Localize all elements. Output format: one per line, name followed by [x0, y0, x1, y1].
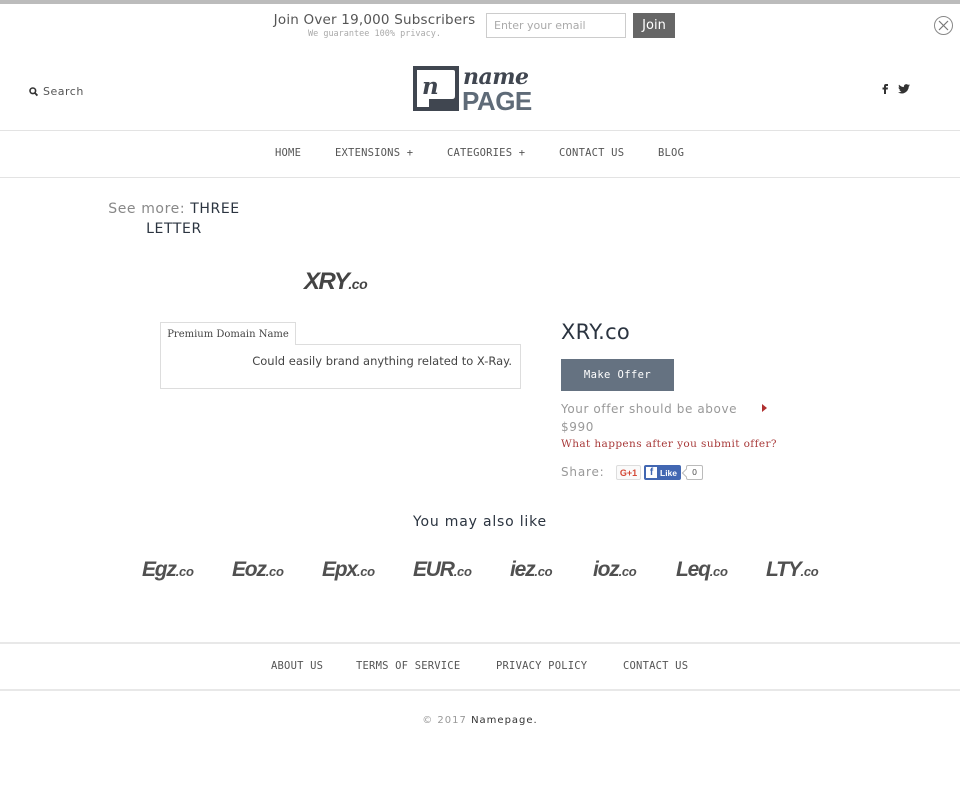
- twitter-link[interactable]: [898, 84, 910, 94]
- copyright-year: © 2017: [422, 715, 467, 726]
- footer-link-terms[interactable]: TERMS OF SERVICE: [356, 660, 460, 672]
- newsletter-email-input[interactable]: [486, 13, 626, 38]
- related-domain-tld: .co: [453, 564, 472, 579]
- domain-description: Could easily brand anything related to X…: [252, 354, 512, 368]
- related-domain-tld: .co: [356, 564, 375, 579]
- facebook-like-count: 0: [686, 465, 703, 480]
- domain-logo-image: XRY.co: [304, 268, 368, 296]
- domain-logo-tld: .co: [348, 276, 368, 292]
- google-plus-button[interactable]: G+1: [616, 465, 641, 480]
- related-domain[interactable]: Leq.co: [676, 558, 728, 582]
- nav-item-home[interactable]: HOME: [275, 147, 301, 159]
- facebook-icon: [882, 84, 888, 94]
- newsletter-text: Join Over 19,000 Subscribers We guarante…: [272, 12, 477, 39]
- related-domain-tld: .co: [800, 564, 819, 579]
- offer-minimum-note: Your offer should be above $990: [561, 400, 771, 436]
- related-domain-name: Egz: [142, 558, 177, 581]
- footer-divider-top: [0, 642, 960, 644]
- svg-text:n: n: [422, 73, 439, 100]
- share-label: Share:: [561, 465, 605, 479]
- footer-link-privacy[interactable]: PRIVACY POLICY: [496, 660, 587, 672]
- make-offer-button[interactable]: Make Offer: [561, 359, 674, 391]
- see-more: See more: THREE LETTER: [104, 199, 244, 239]
- social-links: [882, 84, 910, 94]
- newsletter-subtitle: We guarantee 100% privacy.: [307, 29, 442, 39]
- copyright-brand-link[interactable]: Namepage.: [471, 715, 538, 726]
- footer-link-contact-us[interactable]: CONTACT US: [623, 660, 688, 672]
- top-border: [0, 0, 960, 4]
- domain-title: XRY.co: [561, 320, 631, 344]
- related-domain[interactable]: EUR.co: [413, 558, 472, 582]
- related-heading: You may also like: [413, 514, 547, 530]
- nav-divider-top: [0, 130, 960, 131]
- newsletter-bar: Join Over 19,000 Subscribers We guarante…: [0, 12, 960, 42]
- related-domain[interactable]: Epx.co: [322, 558, 375, 582]
- tab-premium-domain-name[interactable]: Premium Domain Name: [160, 322, 296, 345]
- related-domain-name: Leq: [676, 558, 711, 581]
- related-domain[interactable]: Eoz.co: [232, 558, 284, 582]
- related-domain-tld: .co: [709, 564, 728, 579]
- related-domain[interactable]: ioz.co: [593, 558, 637, 582]
- related-domain-tld: .co: [265, 564, 284, 579]
- nav-divider-bottom: [0, 177, 960, 178]
- search-button[interactable]: Search: [29, 85, 84, 98]
- domain-logo-name: XRY: [304, 268, 350, 295]
- namepage-logo-icon: n name PAGE: [413, 64, 532, 116]
- site-logo[interactable]: n name PAGE: [413, 64, 549, 116]
- caret-right-icon[interactable]: [762, 404, 767, 412]
- main-nav: HOME EXTENSIONS + CATEGORIES + CONTACT U…: [0, 147, 960, 161]
- facebook-like-label: Like: [660, 467, 678, 478]
- see-more-label: See more:: [108, 201, 186, 217]
- see-more-link-line2: LETTER: [146, 221, 202, 237]
- offer-note-text: Your offer should be above: [561, 402, 738, 416]
- nav-item-categories[interactable]: CATEGORIES +: [447, 147, 525, 159]
- facebook-like-button[interactable]: f Like: [644, 465, 681, 480]
- svg-text:PAGE: PAGE: [462, 86, 532, 112]
- related-domain-name: Eoz: [232, 558, 267, 581]
- nav-item-extensions[interactable]: EXTENSIONS +: [335, 147, 413, 159]
- copyright: © 2017 Namepage.: [0, 715, 960, 726]
- related-domain-name: EUR: [413, 558, 455, 581]
- related-domain-tld: .co: [175, 564, 194, 579]
- facebook-icon: f: [646, 467, 657, 478]
- related-domain[interactable]: iez.co: [510, 558, 553, 582]
- what-happens-link[interactable]: What happens after you submit offer?: [561, 438, 777, 450]
- related-domain-name: ioz: [593, 558, 620, 581]
- nav-item-contact-us[interactable]: CONTACT US: [559, 147, 624, 159]
- related-domain-name: LTY: [766, 558, 802, 581]
- nav-item-blog[interactable]: BLOG: [658, 147, 684, 159]
- twitter-icon: [898, 84, 910, 94]
- offer-minimum-amount: $990: [561, 420, 594, 434]
- close-icon: [938, 20, 949, 31]
- facebook-link[interactable]: [882, 84, 888, 94]
- search-icon: [29, 86, 38, 96]
- related-domain-name: Epx: [322, 558, 358, 581]
- search-label: Search: [43, 85, 84, 98]
- tab-panel: Could easily brand anything related to X…: [160, 344, 521, 389]
- newsletter-close-button[interactable]: [934, 16, 953, 35]
- related-domain[interactable]: LTY.co: [766, 558, 819, 582]
- related-domain-tld: .co: [534, 564, 553, 579]
- see-more-link-line1: THREE: [190, 201, 240, 217]
- related-domain-name: iez: [510, 558, 536, 581]
- footer-divider-bottom: [0, 689, 960, 691]
- footer-link-about-us[interactable]: ABOUT US: [271, 660, 323, 672]
- newsletter-join-button[interactable]: Join: [633, 13, 675, 38]
- related-domain-tld: .co: [618, 564, 637, 579]
- related-domain[interactable]: Egz.co: [142, 558, 194, 582]
- newsletter-title: Join Over 19,000 Subscribers: [273, 12, 476, 28]
